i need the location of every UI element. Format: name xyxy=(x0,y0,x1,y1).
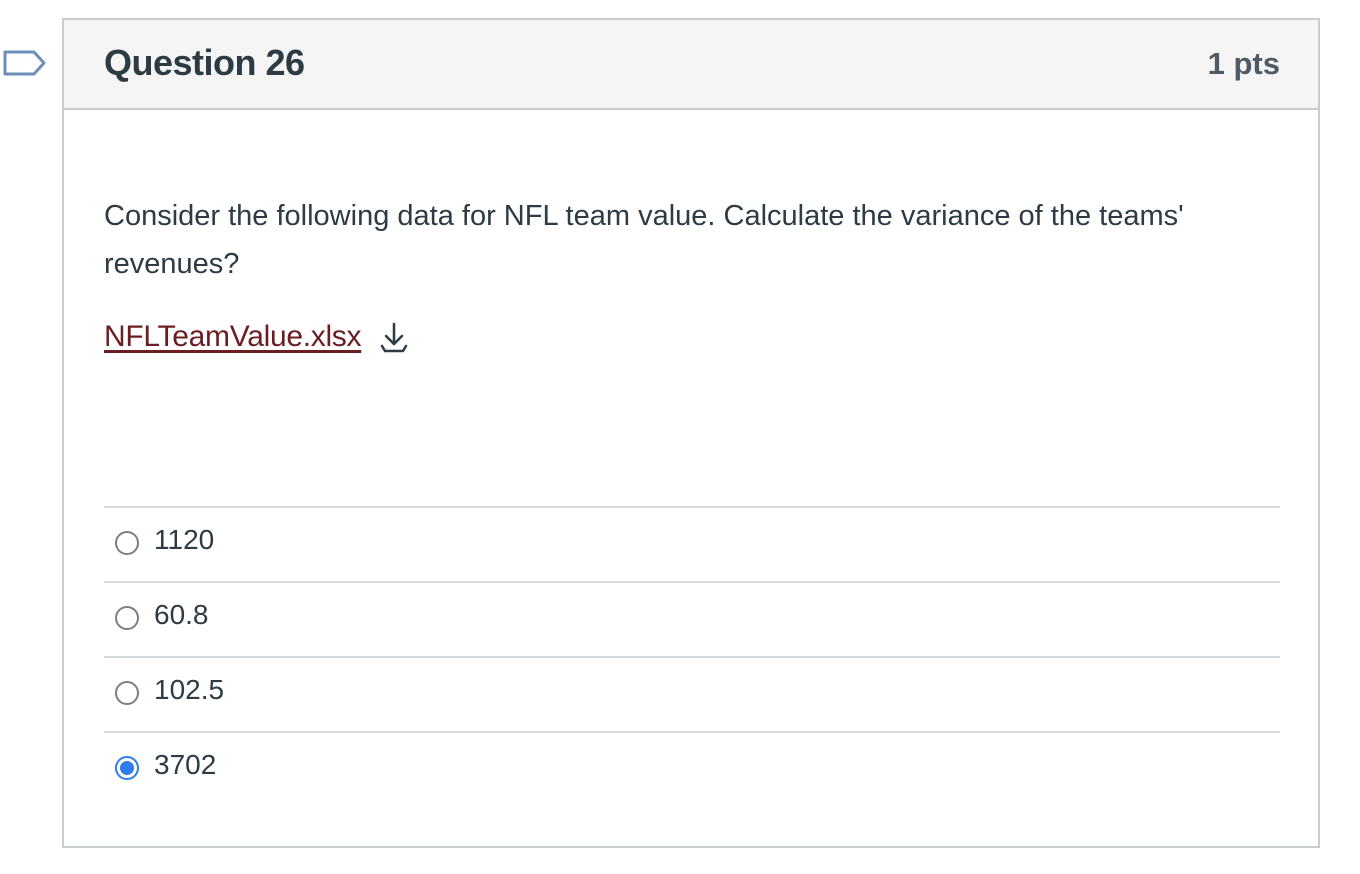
question-points: 1 pts xyxy=(1207,46,1280,81)
question-title: Question 26 xyxy=(104,42,305,83)
answer-option[interactable]: 102.5 xyxy=(104,656,1280,731)
radio-button[interactable] xyxy=(115,606,139,630)
answer-label: 60.8 xyxy=(154,599,209,630)
radio-button[interactable] xyxy=(115,681,139,705)
question-header: Question 26 1 pts xyxy=(64,20,1318,110)
question-text: Consider the following data for NFL team… xyxy=(104,200,1184,280)
download-icon[interactable] xyxy=(379,320,409,354)
radio-button[interactable] xyxy=(115,531,139,555)
question-card: Question 26 1 pts Consider the following… xyxy=(62,18,1320,848)
answer-label: 3702 xyxy=(154,749,217,780)
attachment-line: NFLTeamValue.xlsx xyxy=(104,320,409,354)
answer-label: 102.5 xyxy=(154,674,225,705)
answer-list: 1120 60.8 102.5 3702 xyxy=(104,506,1280,806)
answer-option[interactable]: 60.8 xyxy=(104,581,1280,656)
answer-option[interactable]: 3702 xyxy=(104,731,1280,806)
answer-label: 1120 xyxy=(154,524,215,555)
flag-question-icon[interactable] xyxy=(2,46,48,80)
answer-option[interactable]: 1120 xyxy=(104,506,1280,581)
attachment-link[interactable]: NFLTeamValue.xlsx xyxy=(104,320,362,354)
radio-button-selected[interactable] xyxy=(115,756,139,780)
